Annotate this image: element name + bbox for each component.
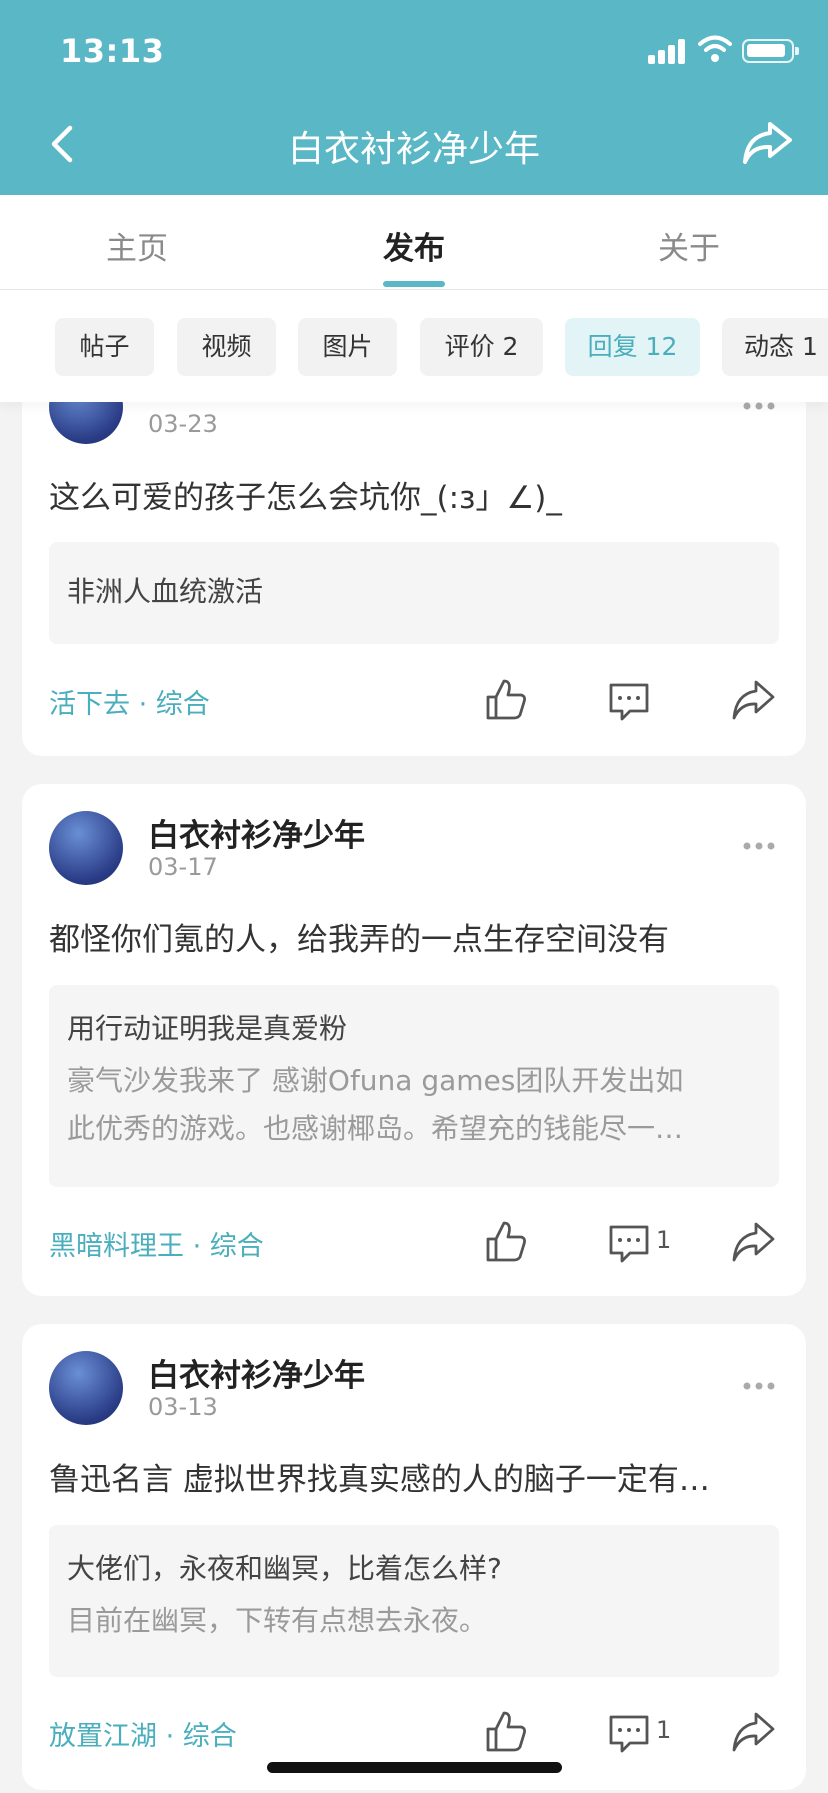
share-button[interactable] [740, 118, 794, 168]
tab-about[interactable]: 关于 [609, 223, 769, 268]
filter-chip-images[interactable]: 图片 [298, 318, 397, 376]
wifi-icon [698, 35, 732, 62]
like-icon[interactable] [484, 1710, 528, 1754]
quoted-post-title: 大佬们，永夜和幽冥，比着怎么样? [67, 1552, 502, 1585]
reply-text: 都怪你们氪的人，给我弄的一点生存空间没有 [49, 922, 669, 958]
comment-icon[interactable] [608, 1712, 650, 1756]
quoted-post-title: 非洲人血统激活 [67, 575, 264, 608]
author-name[interactable]: 白衣衬衫净少年 [148, 810, 365, 855]
quoted-post[interactable]: 大佬们，永夜和幽冥，比着怎么样? 目前在幽冥，下转有点想去永夜。 [49, 1525, 779, 1677]
comment-count: 1 [656, 1716, 672, 1744]
quoted-post[interactable]: 用行动证明我是真爱粉 豪气沙发我来了 感谢Ofuna games团队开发出如 此… [49, 985, 779, 1187]
home-indicator[interactable] [267, 1762, 562, 1773]
post-date: 03-13 [148, 1393, 218, 1421]
comment-icon[interactable] [608, 680, 650, 724]
comment-count: 1 [656, 1226, 672, 1254]
post-source[interactable]: 黑暗料理王 · 综合 [49, 1224, 264, 1263]
more-options-icon[interactable] [742, 841, 776, 851]
author-name[interactable]: 白衣衬衫净少年 [148, 1350, 365, 1395]
filter-chip-activity[interactable]: 动态 1 [722, 318, 828, 376]
post-date: 03-23 [148, 410, 218, 438]
like-icon[interactable] [484, 678, 528, 722]
quoted-post-excerpt-line-1: 目前在幽冥，下转有点想去永夜。 [67, 1604, 488, 1637]
comment-icon[interactable] [608, 1222, 650, 1266]
tab-home[interactable]: 主页 [57, 223, 217, 268]
avatar[interactable] [49, 811, 123, 885]
status-bar: 13:13 [0, 0, 828, 100]
filter-chip-videos[interactable]: 视频 [177, 318, 276, 376]
more-options-icon[interactable] [742, 401, 776, 411]
more-options-icon[interactable] [742, 1381, 776, 1391]
filter-chip-reviews[interactable]: 评价 2 [420, 318, 543, 376]
post-source[interactable]: 活下去 · 综合 [49, 682, 210, 721]
profile-tabs: 主页 发布 关于 [0, 195, 828, 290]
cellular-signal-icon [648, 38, 688, 64]
quoted-post-excerpt-line-1: 豪气沙发我来了 感谢Ofuna games团队开发出如 [67, 1064, 684, 1097]
tab-posts[interactable]: 发布 [334, 223, 494, 268]
reply-card[interactable]: 白衣衬衫净少年 03-17 都怪你们氪的人，给我弄的一点生存空间没有 用行动证明… [22, 784, 806, 1296]
filter-chip-posts[interactable]: 帖子 [55, 318, 154, 376]
status-time: 13:13 [60, 32, 165, 70]
app-header: 13:13 白衣衬衫净少年 [0, 0, 828, 195]
reply-card[interactable]: 白衣衬衫净少年 03-13 鲁迅名言 虚拟世界找真实感的人的脑子一定有… 大佬们… [22, 1324, 806, 1790]
avatar[interactable] [49, 1351, 123, 1425]
share-icon[interactable] [730, 1220, 776, 1264]
quoted-post-excerpt-line-2: 此优秀的游戏。也感谢椰岛。希望充的钱能尽一… [67, 1112, 684, 1145]
active-tab-indicator [383, 281, 445, 287]
filter-bar: 帖子 视频 图片 评价 2 回复 12 动态 1 [0, 290, 828, 402]
share-icon[interactable] [730, 1710, 776, 1754]
filter-chip-replies[interactable]: 回复 12 [565, 318, 700, 376]
post-source[interactable]: 放置江湖 · 综合 [49, 1714, 237, 1753]
like-icon[interactable] [484, 1220, 528, 1264]
battery-icon [742, 39, 799, 63]
quoted-post[interactable]: 非洲人血统激活 [49, 542, 779, 644]
reply-text: 鲁迅名言 虚拟世界找真实感的人的脑子一定有… [49, 1462, 710, 1498]
quoted-post-title: 用行动证明我是真爱粉 [67, 1012, 348, 1045]
post-date: 03-17 [148, 853, 218, 881]
page-title: 白衣衬衫净少年 [287, 129, 540, 170]
share-icon[interactable] [730, 678, 776, 722]
reply-text: 这么可爱的孩子怎么会坑你_(:з」∠)_ [49, 480, 562, 516]
